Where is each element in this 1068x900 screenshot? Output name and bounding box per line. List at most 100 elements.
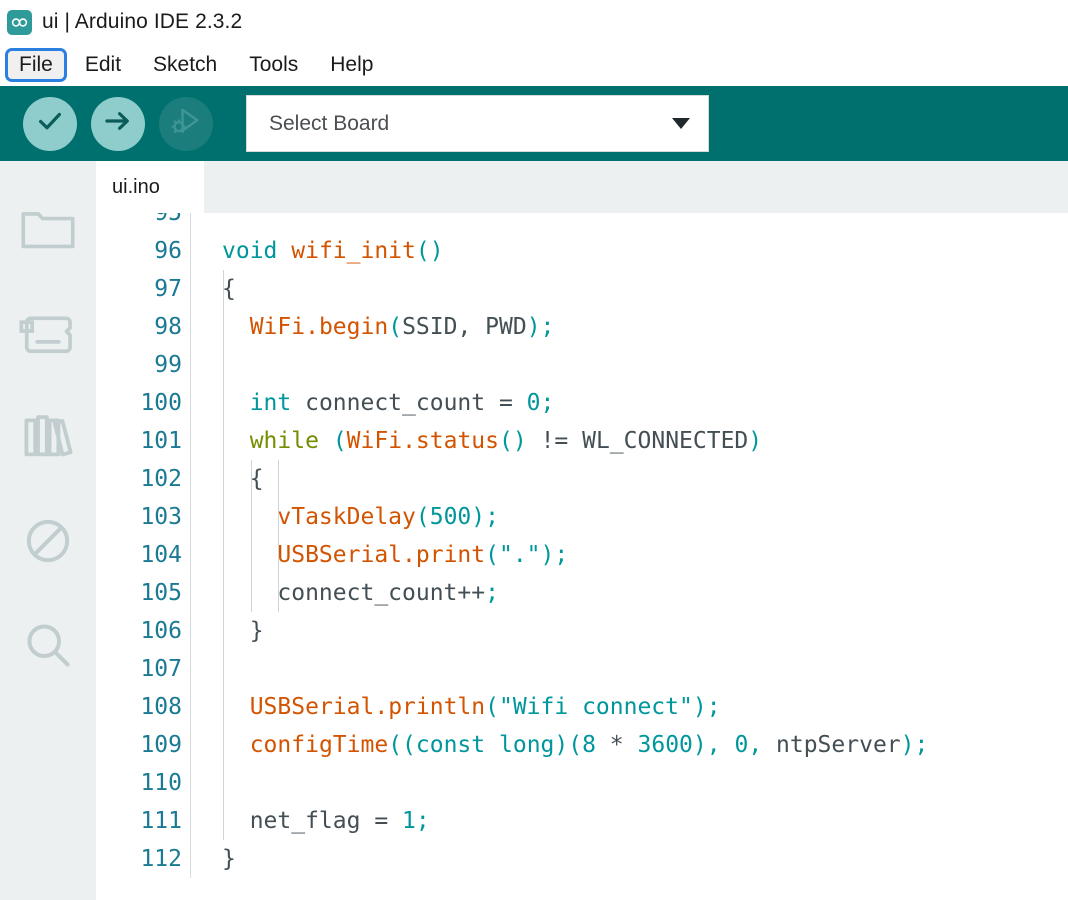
line-number: 108 — [140, 694, 182, 720]
code-token: while — [249, 428, 319, 454]
menu-item-edit[interactable]: Edit — [71, 48, 135, 82]
line-number: 96 — [154, 238, 182, 264]
code-token: ) — [540, 542, 555, 568]
code-line[interactable]: 108 USBSerial.println("Wifi connect"); — [96, 688, 1068, 726]
code-line[interactable]: 105 connect_count++; — [96, 574, 1068, 612]
code-token: ) — [748, 428, 763, 454]
code-line[interactable]: 97 { — [96, 270, 1068, 308]
sidebar-item-boards-manager[interactable] — [0, 281, 96, 385]
code-token: const — [415, 732, 486, 758]
editor-column: ui.ino 95 96 void wifi_init() 97{98 WiFi.be… — [96, 161, 1068, 900]
code-line[interactable]: 98 WiFi.begin(SSID, PWD); — [96, 308, 1068, 346]
code-token: ) — [471, 504, 486, 530]
line-number: 112 — [140, 846, 182, 872]
line-number: 110 — [140, 770, 182, 796]
code-line[interactable]: 96 void wifi_init() — [96, 232, 1068, 270]
code-token: ( — [388, 314, 403, 340]
sidebar-item-sketchbook[interactable] — [0, 177, 96, 281]
menu-item-sketch[interactable]: Sketch — [139, 48, 231, 82]
code-line[interactable]: 104 USBSerial.print("."); — [96, 536, 1068, 574]
upload-button[interactable] — [91, 96, 145, 151]
line-number: 101 — [140, 428, 182, 454]
code-token: connect_count++ — [222, 580, 486, 606]
code-token: * — [595, 732, 638, 758]
code-token: != WL_CONNECTED — [526, 428, 749, 454]
code-text: USBSerial.print("."); — [222, 536, 1068, 574]
code-token: ; — [485, 580, 499, 606]
code-token: "." — [498, 542, 541, 568]
code-token: ( — [485, 542, 499, 568]
sidebar-item-library-manager[interactable] — [0, 385, 96, 489]
code-text: WiFi.begin(SSID, PWD); — [222, 308, 1068, 346]
code-line[interactable]: 112} — [96, 840, 1068, 878]
code-line[interactable]: 103 vTaskDelay(500); — [96, 498, 1068, 536]
arrow-right-icon — [103, 106, 133, 141]
code-token: USBSerial — [249, 694, 375, 720]
code-line[interactable]: 95 — [96, 213, 1068, 232]
code-text: { — [222, 460, 1068, 498]
code-token: USBSerial — [277, 542, 403, 568]
code-line[interactable]: 107 — [96, 650, 1068, 688]
code-line[interactable]: 109 configTime((const long)(8 * 3600), 0… — [96, 726, 1068, 764]
menu-item-tools[interactable]: Tools — [235, 48, 312, 82]
line-number: 106 — [140, 618, 182, 644]
search-icon — [23, 620, 73, 670]
code-line[interactable]: 101 while (WiFi.status() != WL_CONNECTED… — [96, 422, 1068, 460]
code-token: ( — [332, 428, 347, 454]
code-token: 0 — [526, 390, 541, 416]
code-token: status — [415, 428, 500, 454]
code-token: ; — [706, 694, 721, 720]
code-token: vTaskDelay — [277, 504, 416, 530]
line-number: 99 — [154, 352, 182, 378]
code-line[interactable]: 102 { — [96, 460, 1068, 498]
code-token: 1 — [402, 808, 416, 834]
code-token: ; — [540, 314, 555, 340]
code-line[interactable]: 106 } — [96, 612, 1068, 650]
code-line[interactable]: 111 net_flag = 1; — [96, 802, 1068, 840]
code-token: ) — [900, 732, 915, 758]
code-token: net_flag = — [222, 808, 403, 834]
code-token: . — [305, 314, 319, 340]
verify-button[interactable] — [23, 96, 77, 151]
debug-button[interactable] — [159, 96, 213, 151]
line-number: 105 — [140, 580, 182, 606]
line-number: 104 — [140, 542, 182, 568]
line-number: 98 — [154, 314, 182, 340]
code-token: 3600 — [637, 732, 693, 758]
code-token: , — [748, 732, 763, 758]
tab-ui-ino[interactable]: ui.ino — [96, 161, 204, 213]
code-token: configTime — [249, 732, 389, 758]
code-token: { — [222, 276, 236, 302]
code-token: 8 — [582, 732, 596, 758]
menu-bar: File Edit Sketch Tools Help — [0, 44, 1068, 86]
workbench-body: ui.ino 95 96 void wifi_init() 97{98 WiFi.be… — [0, 161, 1068, 900]
code-line[interactable]: 100 int connect_count = 0; — [96, 384, 1068, 422]
code-token: void — [222, 238, 278, 264]
code-token: ) — [526, 314, 541, 340]
board-select-dropdown[interactable]: Select Board — [246, 95, 709, 152]
indent-guide — [250, 460, 252, 612]
indent-guide — [278, 460, 280, 612]
code-text: USBSerial.println("Wifi connect"); — [222, 688, 1068, 726]
code-token: WiFi — [249, 314, 306, 340]
code-token: 500 — [429, 504, 472, 530]
code-text: while (WiFi.status() != WL_CONNECTED) — [222, 422, 1068, 460]
code-text: void wifi_init() — [222, 232, 1068, 270]
code-line[interactable]: 110 — [96, 764, 1068, 802]
title-bar: ui | Arduino IDE 2.3.2 — [0, 0, 1068, 44]
sidebar-item-search[interactable] — [0, 593, 96, 697]
sidebar-item-debug[interactable] — [0, 489, 96, 593]
code-token: () — [499, 428, 527, 454]
menu-item-help[interactable]: Help — [316, 48, 387, 82]
code-token: (( — [388, 732, 416, 758]
code-token: ), — [692, 732, 721, 758]
line-number: 103 — [140, 504, 182, 530]
code-token: ; — [485, 504, 499, 530]
code-editor[interactable]: 95 96 void wifi_init() 97{98 WiFi.begin(SSI… — [96, 213, 1068, 900]
code-line[interactable]: 99 — [96, 346, 1068, 384]
menu-item-file[interactable]: File — [5, 47, 67, 83]
code-token: ; — [540, 390, 555, 416]
code-token: ( — [415, 504, 430, 530]
